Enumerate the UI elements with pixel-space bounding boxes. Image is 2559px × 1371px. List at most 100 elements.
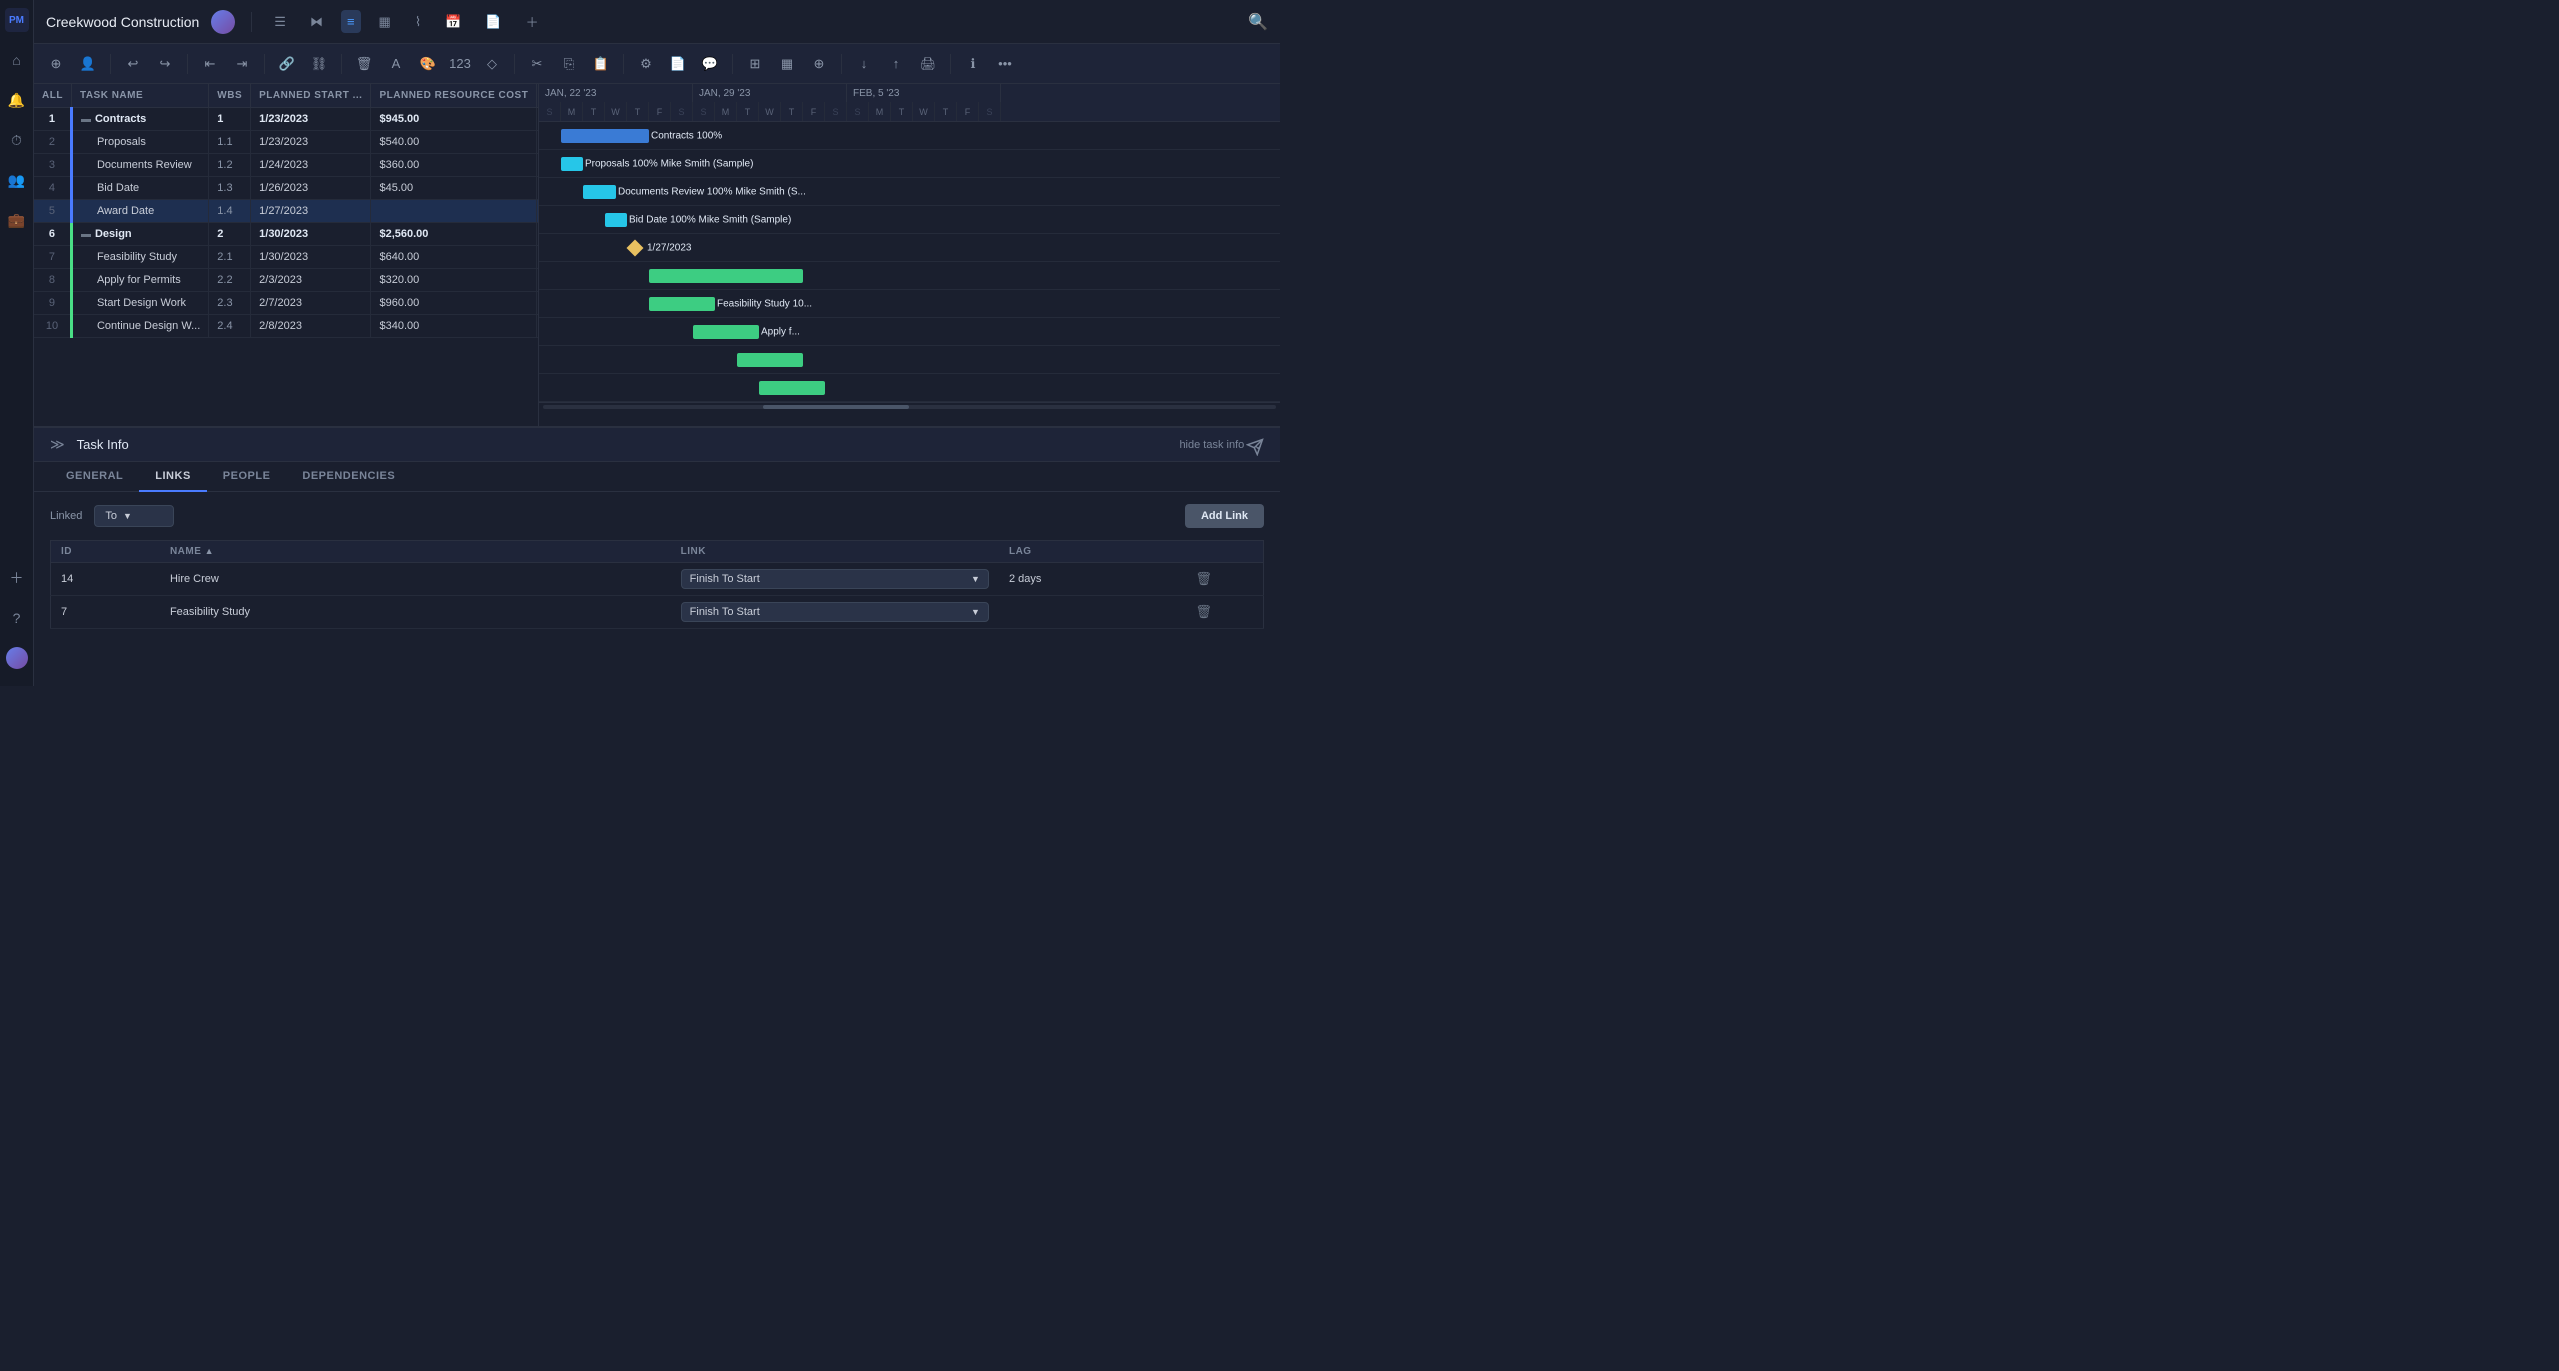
gantt-scrollbar-thumb[interactable] [763,405,910,409]
task-name-cell[interactable]: Award Date [71,200,208,223]
gantt-bar[interactable] [583,185,616,199]
paste-btn[interactable]: 📋 [587,50,615,78]
cut-btn[interactable]: ✂ [523,50,551,78]
help-icon[interactable]: ? [5,606,29,630]
gantt-scrollbar[interactable] [539,402,1280,410]
task-name-cell[interactable]: Continue Design W... [71,315,208,338]
col-cost[interactable]: PLANNED RESOURCE COST [371,84,537,108]
team-icon[interactable]: 👥 [5,168,29,192]
link-type-dropdown[interactable]: Finish To Start ▼ [681,569,989,589]
cost-cell: $360.00 [371,154,537,177]
links-col-lag[interactable]: LAG [999,541,1181,563]
links-col-name[interactable]: NAME ▲ [160,541,671,563]
split-btn[interactable]: ⊞ [741,50,769,78]
indent-btn[interactable]: ⇥ [228,50,256,78]
task-name-cell[interactable]: ▬ Contracts [71,108,208,131]
more-btn[interactable]: ••• [991,50,1019,78]
info-btn[interactable]: ℹ [959,50,987,78]
expand-icon[interactable]: ▬ [81,114,91,125]
link-type-dropdown[interactable]: Finish To Start ▼ [681,602,989,622]
notifications-icon[interactable]: 🔔 [5,88,29,112]
diamond-btn[interactable]: ◇ [478,50,506,78]
doc2-btn[interactable]: 📄 [664,50,692,78]
col-all[interactable]: ALL [34,84,71,108]
home-icon[interactable]: ⌂ [5,48,29,72]
send-icon[interactable] [1246,438,1264,459]
paint-btn[interactable]: 🎨 [414,50,442,78]
briefcase-icon[interactable]: 💼 [5,208,29,232]
gantt-view-icon[interactable]: ≡ [341,10,361,33]
export-btn[interactable]: ↓ [850,50,878,78]
delete-link-btn[interactable]: 🗑 [1191,602,1216,621]
search-icon[interactable]: 🔍 [1248,12,1268,32]
gantt-week-3: FEB, 5 '23 [847,84,1001,102]
redo-btn[interactable]: ↪ [151,50,179,78]
clock-icon[interactable]: ⏱ [5,128,29,152]
link-type-cell[interactable]: Finish To Start ▼ [671,563,999,596]
calendar-view-icon[interactable]: 📅 [439,10,467,34]
task-name-cell[interactable]: Proposals [71,131,208,154]
gantt-bar[interactable] [561,157,583,171]
task-name: Feasibility Study [97,251,177,263]
task-name-cell[interactable]: Start Design Work [71,292,208,315]
doc-view-icon[interactable]: 📄 [479,10,507,34]
linked-direction-dropdown[interactable]: To ▼ [94,505,174,527]
task-name-cell[interactable]: ▬ Design [71,223,208,246]
add-view-icon[interactable]: ＋ [520,8,545,35]
delete-link-btn[interactable]: 🗑 [1191,569,1216,588]
link-type-cell[interactable]: Finish To Start ▼ [671,596,999,629]
tool1-btn[interactable]: ⚙ [632,50,660,78]
gantt-bar[interactable] [561,129,649,143]
wave-view-icon[interactable]: ⌇ [409,10,427,34]
chart-view-icon[interactable]: ⧓ [304,10,329,34]
add-person-btn[interactable]: 👤 [74,50,102,78]
task-name-cell[interactable]: Documents Review [71,154,208,177]
col-wbs[interactable]: WBS [209,84,251,108]
tab-dependencies[interactable]: DEPENDENCIES [286,462,411,492]
links-col-link[interactable]: LINK [671,541,999,563]
table-view-icon[interactable]: ▦ [373,10,397,34]
tab-links[interactable]: LINKS [139,462,207,492]
table2-btn[interactable]: ▦ [773,50,801,78]
col-start[interactable]: PLANNED START ... [251,84,371,108]
gantt-bar[interactable] [605,213,627,227]
share-btn[interactable]: ↑ [882,50,910,78]
day-m1: M [561,102,583,122]
link-delete-cell[interactable]: 🗑 [1181,596,1263,629]
project-title: Creekwood Construction [46,14,199,30]
copy-btn[interactable]: ⎘ [555,50,583,78]
print-btn[interactable]: 🖨 [914,50,942,78]
double-chevron-down-icon[interactable]: ≫ [50,436,65,453]
pm-logo-icon[interactable]: PM [5,8,29,32]
gantt-bar[interactable] [737,353,803,367]
gantt-row: Bid Date 100% Mike Smith (Sample) [539,206,1280,234]
tab-people[interactable]: PEOPLE [207,462,287,492]
text-format-btn[interactable]: A [382,50,410,78]
task-name-cell[interactable]: Feasibility Study [71,246,208,269]
undo-btn[interactable]: ↩ [119,50,147,78]
unlink-btn[interactable]: ⛓ [305,50,333,78]
gantt-bar[interactable] [759,381,825,395]
add-task-btn[interactable]: ⊕ [42,50,70,78]
hide-task-info-btn[interactable]: hide task info [1179,439,1244,451]
outdent-btn[interactable]: ⇤ [196,50,224,78]
tab-general[interactable]: GENERAL [50,462,139,492]
list-view-icon[interactable]: ☰ [268,10,292,34]
link-btn[interactable]: 🔗 [273,50,301,78]
task-name-cell[interactable]: Bid Date [71,177,208,200]
expand-icon[interactable]: ▬ [81,229,91,240]
task-name-cell[interactable]: Apply for Permits [71,269,208,292]
add-sidebar-icon[interactable]: ＋ [5,566,29,590]
gantt-bar[interactable] [693,325,759,339]
add-link-button[interactable]: Add Link [1185,504,1264,528]
zoom-btn[interactable]: ⊕ [805,50,833,78]
links-col-id[interactable]: ID [51,541,160,563]
gantt-bar[interactable] [649,297,715,311]
link-delete-cell[interactable]: 🗑 [1181,563,1263,596]
user-avatar[interactable] [5,646,29,670]
comment-btn[interactable]: 💬 [696,50,724,78]
hash-btn[interactable]: 123 [446,50,474,78]
gantt-bar[interactable] [649,269,803,283]
delete-btn[interactable]: 🗑 [350,50,378,78]
col-taskname[interactable]: TASK NAME [71,84,208,108]
